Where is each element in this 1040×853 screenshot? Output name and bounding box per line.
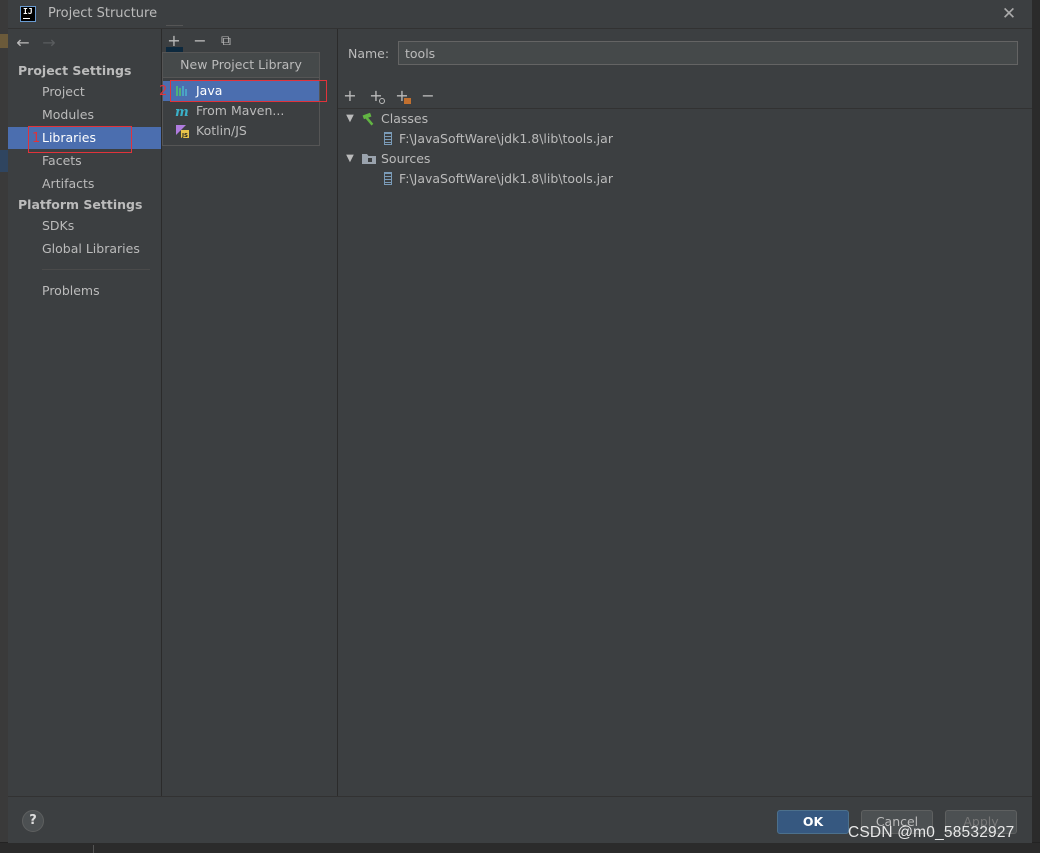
chevron-down-icon[interactable]: ▼ bbox=[344, 149, 356, 169]
name-label: Name: bbox=[348, 46, 390, 61]
help-button[interactable]: ? bbox=[22, 810, 44, 832]
add-root-button[interactable]: + bbox=[341, 87, 359, 105]
list-separator bbox=[166, 25, 183, 26]
popup-item-kotlin-js-label: Kotlin/JS bbox=[196, 123, 247, 138]
project-structure-dialog: IJ Project Structure ✕ ← → Project Setti… bbox=[8, 0, 1033, 843]
background-ide-bottom bbox=[0, 842, 1040, 853]
tree-node-sources[interactable]: ▼ Sources bbox=[338, 149, 1032, 169]
attach-jar-button[interactable]: + bbox=[367, 87, 385, 105]
csdn-watermark: CSDN @m0_58532927 bbox=[848, 824, 1015, 841]
jar-path: F:\JavaSoftWare\jdk1.8\lib\tools.jar bbox=[399, 171, 613, 186]
remove-library-button[interactable]: − bbox=[191, 32, 209, 50]
jar-path: F:\JavaSoftWare\jdk1.8\lib\tools.jar bbox=[399, 131, 613, 146]
svg-text:JS: JS bbox=[181, 133, 188, 138]
sidebar-item-modules[interactable]: Modules bbox=[8, 104, 161, 126]
close-icon[interactable]: ✕ bbox=[1000, 5, 1018, 23]
folder-icon bbox=[362, 154, 376, 164]
gear-icon bbox=[379, 98, 385, 104]
library-name-field[interactable] bbox=[398, 41, 1018, 65]
ok-button[interactable]: OK bbox=[777, 810, 849, 834]
chevron-down-icon[interactable]: ▼ bbox=[344, 109, 356, 129]
settings-sidebar: ← → Project Settings Project Modules Lib… bbox=[8, 29, 162, 796]
sidebar-item-sdks[interactable]: SDKs bbox=[8, 215, 161, 237]
library-details-panel: Name: + + + − ▼ Classes F:\JavaSoftWare\… bbox=[338, 29, 1032, 796]
sidebar-item-artifacts[interactable]: Artifacts bbox=[8, 173, 161, 195]
sidebar-divider bbox=[42, 269, 150, 270]
popup-item-maven[interactable]: m From Maven... bbox=[163, 101, 319, 121]
remove-root-button[interactable]: − bbox=[419, 87, 437, 105]
jar-file-icon bbox=[384, 172, 392, 185]
kotlin-js-icon: JS bbox=[176, 125, 189, 138]
forward-arrow-icon[interactable]: → bbox=[40, 33, 58, 52]
tree-node-label: Sources bbox=[381, 151, 431, 166]
tree-leaf-classes-jar[interactable]: F:\JavaSoftWare\jdk1.8\lib\tools.jar bbox=[338, 129, 1032, 149]
platform-settings-header: Platform Settings bbox=[18, 197, 143, 212]
tree-node-classes[interactable]: ▼ Classes bbox=[338, 109, 1032, 129]
copy-library-icon[interactable]: ⧉ bbox=[217, 32, 235, 50]
intellij-app-icon: IJ bbox=[20, 6, 36, 22]
maven-icon: m bbox=[175, 105, 189, 118]
attach-sources-button[interactable]: + bbox=[393, 87, 411, 105]
window-title: Project Structure bbox=[48, 6, 158, 21]
annotation-number-2: 2 bbox=[159, 84, 168, 99]
package-icon bbox=[404, 98, 411, 104]
sidebar-item-problems[interactable]: Problems bbox=[8, 280, 161, 302]
sidebar-item-facets[interactable]: Facets bbox=[8, 150, 161, 172]
background-ide-strip bbox=[0, 0, 8, 852]
back-arrow-icon[interactable]: ← bbox=[14, 33, 32, 52]
svg-text:m: m bbox=[175, 105, 189, 118]
hammer-icon bbox=[362, 112, 374, 126]
popup-item-maven-label: From Maven... bbox=[196, 103, 285, 118]
annotation-number-1: 1 bbox=[32, 131, 41, 146]
popup-title: New Project Library bbox=[163, 53, 319, 78]
project-settings-header: Project Settings bbox=[18, 63, 132, 78]
tree-leaf-sources-jar[interactable]: F:\JavaSoftWare\jdk1.8\lib\tools.jar bbox=[338, 169, 1032, 189]
sidebar-item-project[interactable]: Project bbox=[8, 81, 161, 103]
tree-node-label: Classes bbox=[381, 111, 429, 126]
popup-item-kotlin-js[interactable]: JS Kotlin/JS bbox=[163, 121, 319, 141]
jar-file-icon bbox=[384, 132, 392, 145]
sidebar-item-global-libraries[interactable]: Global Libraries bbox=[8, 238, 161, 260]
annotation-box-2 bbox=[170, 80, 327, 102]
annotation-box-1 bbox=[28, 126, 132, 153]
title-bar: IJ Project Structure ✕ bbox=[8, 0, 1032, 29]
